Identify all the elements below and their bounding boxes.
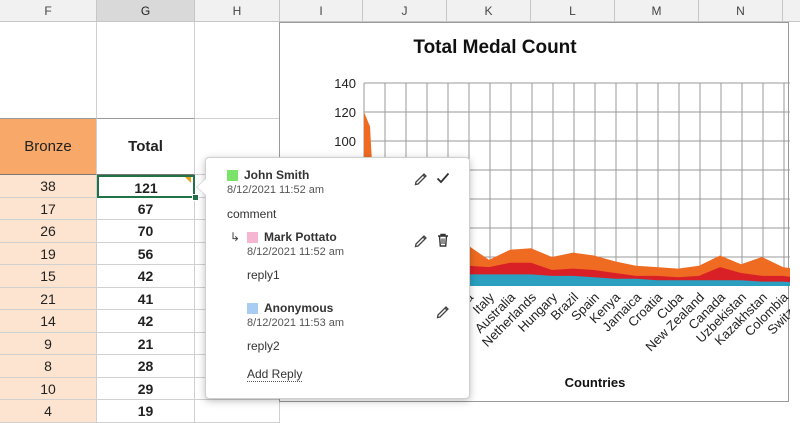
column-header-i[interactable]: I xyxy=(280,0,363,22)
comment-text: comment xyxy=(227,207,277,221)
y-tick-label: 100 xyxy=(334,134,356,149)
reply-timestamp: 8/12/2021 11:52 am xyxy=(247,246,345,258)
column-header-k[interactable]: K xyxy=(447,0,531,22)
reply-author: Anonymous xyxy=(264,301,334,315)
reply-timestamp: 8/12/2021 11:53 am xyxy=(247,317,345,329)
cell-blank[interactable] xyxy=(195,22,280,119)
column-header-g[interactable]: G xyxy=(97,0,195,22)
total-cell[interactable]: 42 xyxy=(97,310,195,333)
bronze-cell[interactable]: 9 xyxy=(0,332,97,355)
cell-blank[interactable] xyxy=(195,400,280,423)
edit-icon[interactable] xyxy=(435,303,451,319)
cell-blank[interactable] xyxy=(0,22,97,119)
delete-icon[interactable] xyxy=(435,232,451,248)
reply-author: Mark Pottato xyxy=(264,230,337,244)
reply-text: reply2 xyxy=(247,339,280,353)
bronze-cell[interactable]: 19 xyxy=(0,242,97,265)
bronze-cell[interactable]: 38 xyxy=(0,175,97,198)
column-header-f[interactable]: F xyxy=(0,0,97,22)
resolve-check-icon[interactable] xyxy=(435,170,451,186)
total-cell[interactable]: 19 xyxy=(97,400,195,423)
reply-arrow-icon: ↳ xyxy=(230,230,241,244)
total-cell[interactable]: 121 xyxy=(97,175,195,198)
popup-pointer xyxy=(197,179,206,195)
column-header-n[interactable]: N xyxy=(699,0,783,22)
column-header-h[interactable]: H xyxy=(195,0,280,22)
y-tick-label: 140 xyxy=(334,76,356,91)
cell-blank[interactable] xyxy=(97,22,195,119)
total-cell[interactable]: 29 xyxy=(97,377,195,400)
bronze-cell[interactable]: 4 xyxy=(0,400,97,423)
bronze-cell[interactable]: 14 xyxy=(0,310,97,333)
column-header-m[interactable]: M xyxy=(615,0,699,22)
author-color-swatch xyxy=(227,170,238,181)
total-cell[interactable]: 21 xyxy=(97,332,195,355)
total-cell[interactable]: 41 xyxy=(97,287,195,310)
total-cell[interactable]: 56 xyxy=(97,242,195,265)
bronze-cell[interactable]: 26 xyxy=(0,220,97,243)
y-tick-label: 120 xyxy=(334,105,356,120)
comment-indicator-icon xyxy=(185,177,191,183)
add-reply-link[interactable]: Add Reply xyxy=(247,367,303,382)
fill-handle[interactable] xyxy=(192,194,199,201)
x-axis-label: Countries xyxy=(565,375,626,390)
total-cell[interactable]: 70 xyxy=(97,220,195,243)
author-color-swatch xyxy=(247,303,258,314)
column-header-j[interactable]: J xyxy=(363,0,447,22)
bronze-cell[interactable]: 15 xyxy=(0,265,97,288)
bronze-cell[interactable]: 21 xyxy=(0,287,97,310)
bronze-cell[interactable]: 8 xyxy=(0,355,97,378)
total-cell[interactable]: 42 xyxy=(97,265,195,288)
total-cell[interactable]: 28 xyxy=(97,355,195,378)
column-header-l[interactable]: L xyxy=(531,0,615,22)
bronze-cell[interactable]: 17 xyxy=(0,197,97,220)
chart-title: Total Medal Count xyxy=(413,37,577,58)
total-cell[interactable]: 67 xyxy=(97,197,195,220)
column-header-extra[interactable] xyxy=(783,0,800,22)
comment-author: John Smith xyxy=(244,168,310,182)
author-color-swatch xyxy=(247,232,258,243)
bronze-cell[interactable]: 10 xyxy=(0,377,97,400)
bronze-header[interactable]: Bronze xyxy=(0,119,97,175)
comment-popup: John Smith 8/12/2021 11:52 am comment ↳ … xyxy=(205,157,470,399)
total-header[interactable]: Total xyxy=(97,119,195,175)
edit-icon[interactable] xyxy=(413,170,429,186)
reply-text: reply1 xyxy=(247,268,280,282)
comment-timestamp: 8/12/2021 11:52 am xyxy=(227,184,325,196)
edit-icon[interactable] xyxy=(413,232,429,248)
